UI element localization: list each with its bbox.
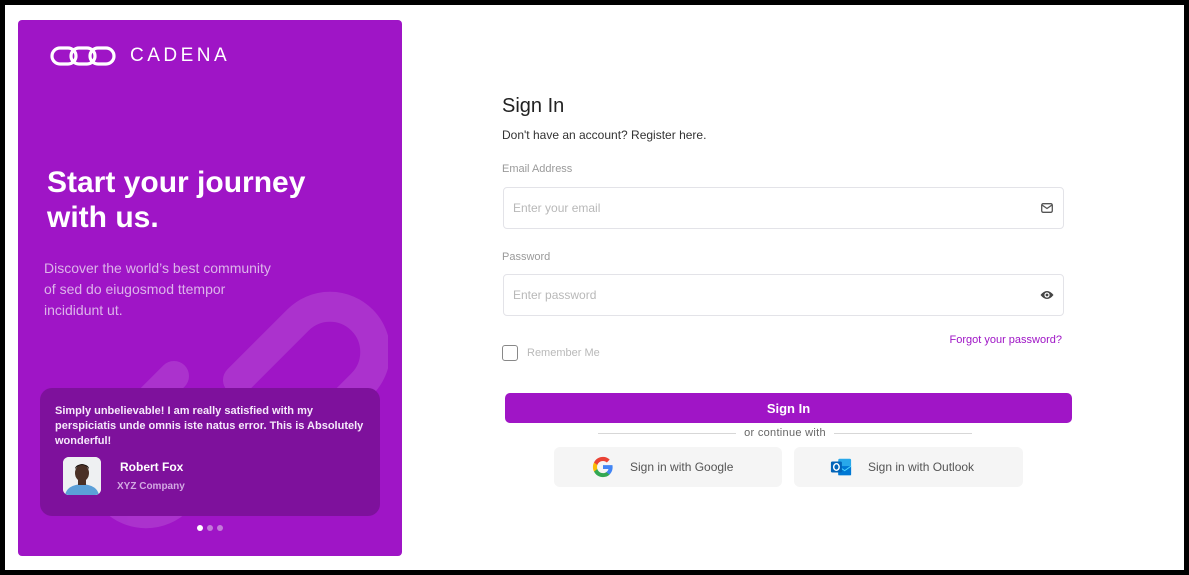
google-icon [592,456,613,478]
carousel-dot-1[interactable] [197,525,203,531]
author-company: XYZ Company [117,481,185,492]
password-label: Password [502,251,551,263]
hero-panel: CADENA Start your journey with us. Disco… [18,20,402,556]
remember-me-checkbox[interactable] [502,345,518,361]
chain-logo-icon [50,46,116,66]
carousel-dot-2[interactable] [207,525,213,531]
brand-logo: CADENA [50,45,230,67]
outlook-icon [830,458,852,476]
google-sign-in-button[interactable]: Sign in with Google [554,447,782,487]
divider-text: or continue with [744,427,826,439]
divider-line-right [833,432,972,434]
carousel-dot-3[interactable] [217,525,223,531]
carousel-dots [197,525,223,531]
hero-subtitle: Discover the world’s best community of s… [44,260,271,318]
remember-me[interactable]: Remember Me [502,345,600,361]
sign-in-button[interactable]: Sign In [505,393,1072,423]
brand-name: CADENA [130,45,231,66]
avatar [63,457,101,495]
testimonial-card: Simply unbelievable! I am really satisfi… [40,388,380,516]
testimonial-author: Robert Fox XYZ Company [63,457,365,495]
remember-me-label: Remember Me [527,347,600,359]
outlook-sign-in-button[interactable]: Sign in with Outlook [794,447,1023,487]
email-label: Email Address [502,163,573,175]
password-field[interactable] [513,288,1040,302]
eye-icon[interactable] [1040,288,1054,302]
outlook-sign-in-label: Sign in with Outlook [868,460,975,474]
person-photo-icon [63,457,101,495]
author-name: Robert Fox [120,460,184,474]
google-sign-in-label: Sign in with Google [630,460,734,474]
email-field[interactable] [513,201,1040,215]
page-title: Sign In [502,95,565,117]
register-link[interactable]: Don't have an account? Register here. [502,128,706,142]
testimonial-quote: Simply unbelievable! I am really satisfi… [55,405,364,447]
email-field-wrapper [503,187,1064,229]
password-field-wrapper [503,274,1064,316]
divider-line-left [598,432,737,434]
hero-title: Start your journey with us. [47,166,306,234]
envelope-icon [1040,201,1054,215]
divider: or continue with [598,427,972,439]
forgot-password-link[interactable]: Forgot your password? [950,334,1063,346]
